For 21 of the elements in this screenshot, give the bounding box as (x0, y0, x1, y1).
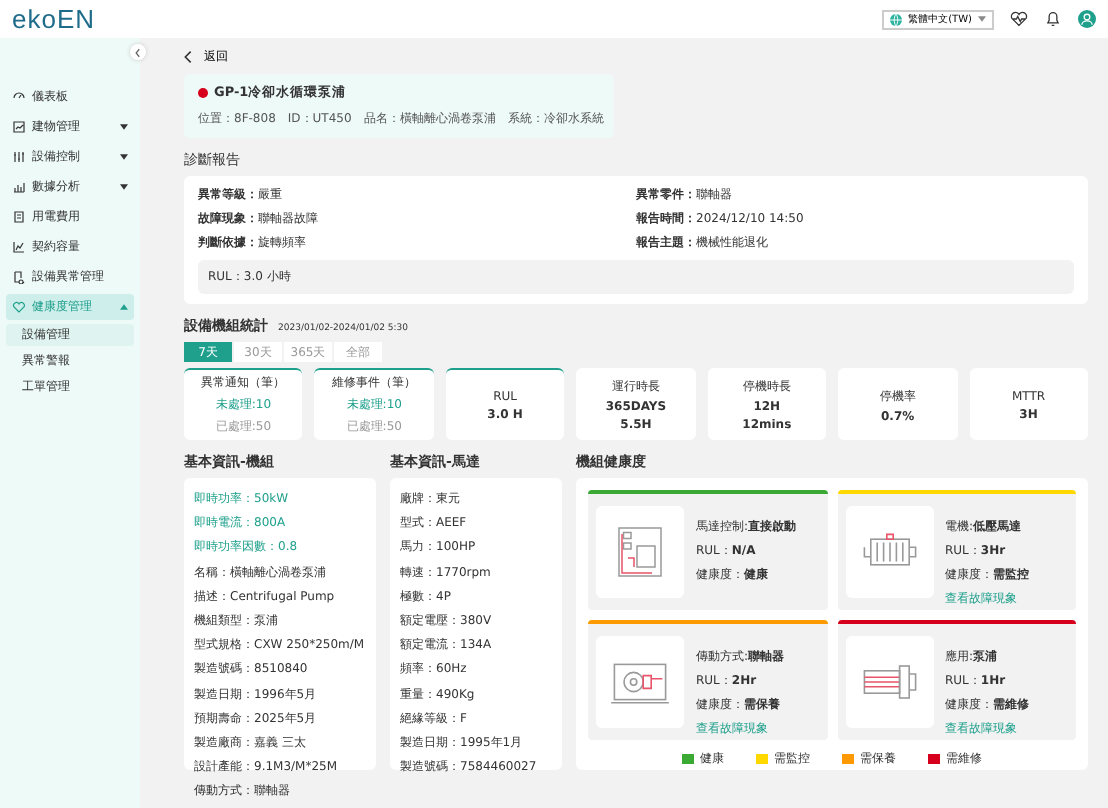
logo: ekoEN (12, 4, 96, 34)
building-chart-icon (12, 120, 26, 134)
bar-chart-icon (12, 180, 26, 194)
search-doc-icon (12, 270, 26, 284)
caret-icon (978, 16, 986, 22)
gauge-icon (12, 90, 26, 104)
globe-icon (890, 13, 903, 25)
caret-icon (120, 154, 128, 160)
heart-icon (12, 300, 26, 314)
collapse-button[interactable] (130, 44, 146, 60)
caret-icon (120, 124, 128, 130)
chevron-left-icon (184, 49, 192, 63)
chart-icon (12, 240, 26, 254)
sliders-icon (12, 150, 26, 164)
caret-icon (120, 184, 128, 190)
user-avatar-icon[interactable] (1078, 10, 1096, 28)
chevron-left-icon (134, 47, 142, 57)
heart-pulse-icon[interactable] (1010, 10, 1028, 28)
receipt-icon (12, 210, 26, 224)
bell-icon[interactable] (1044, 10, 1062, 28)
caret-icon (120, 304, 128, 310)
